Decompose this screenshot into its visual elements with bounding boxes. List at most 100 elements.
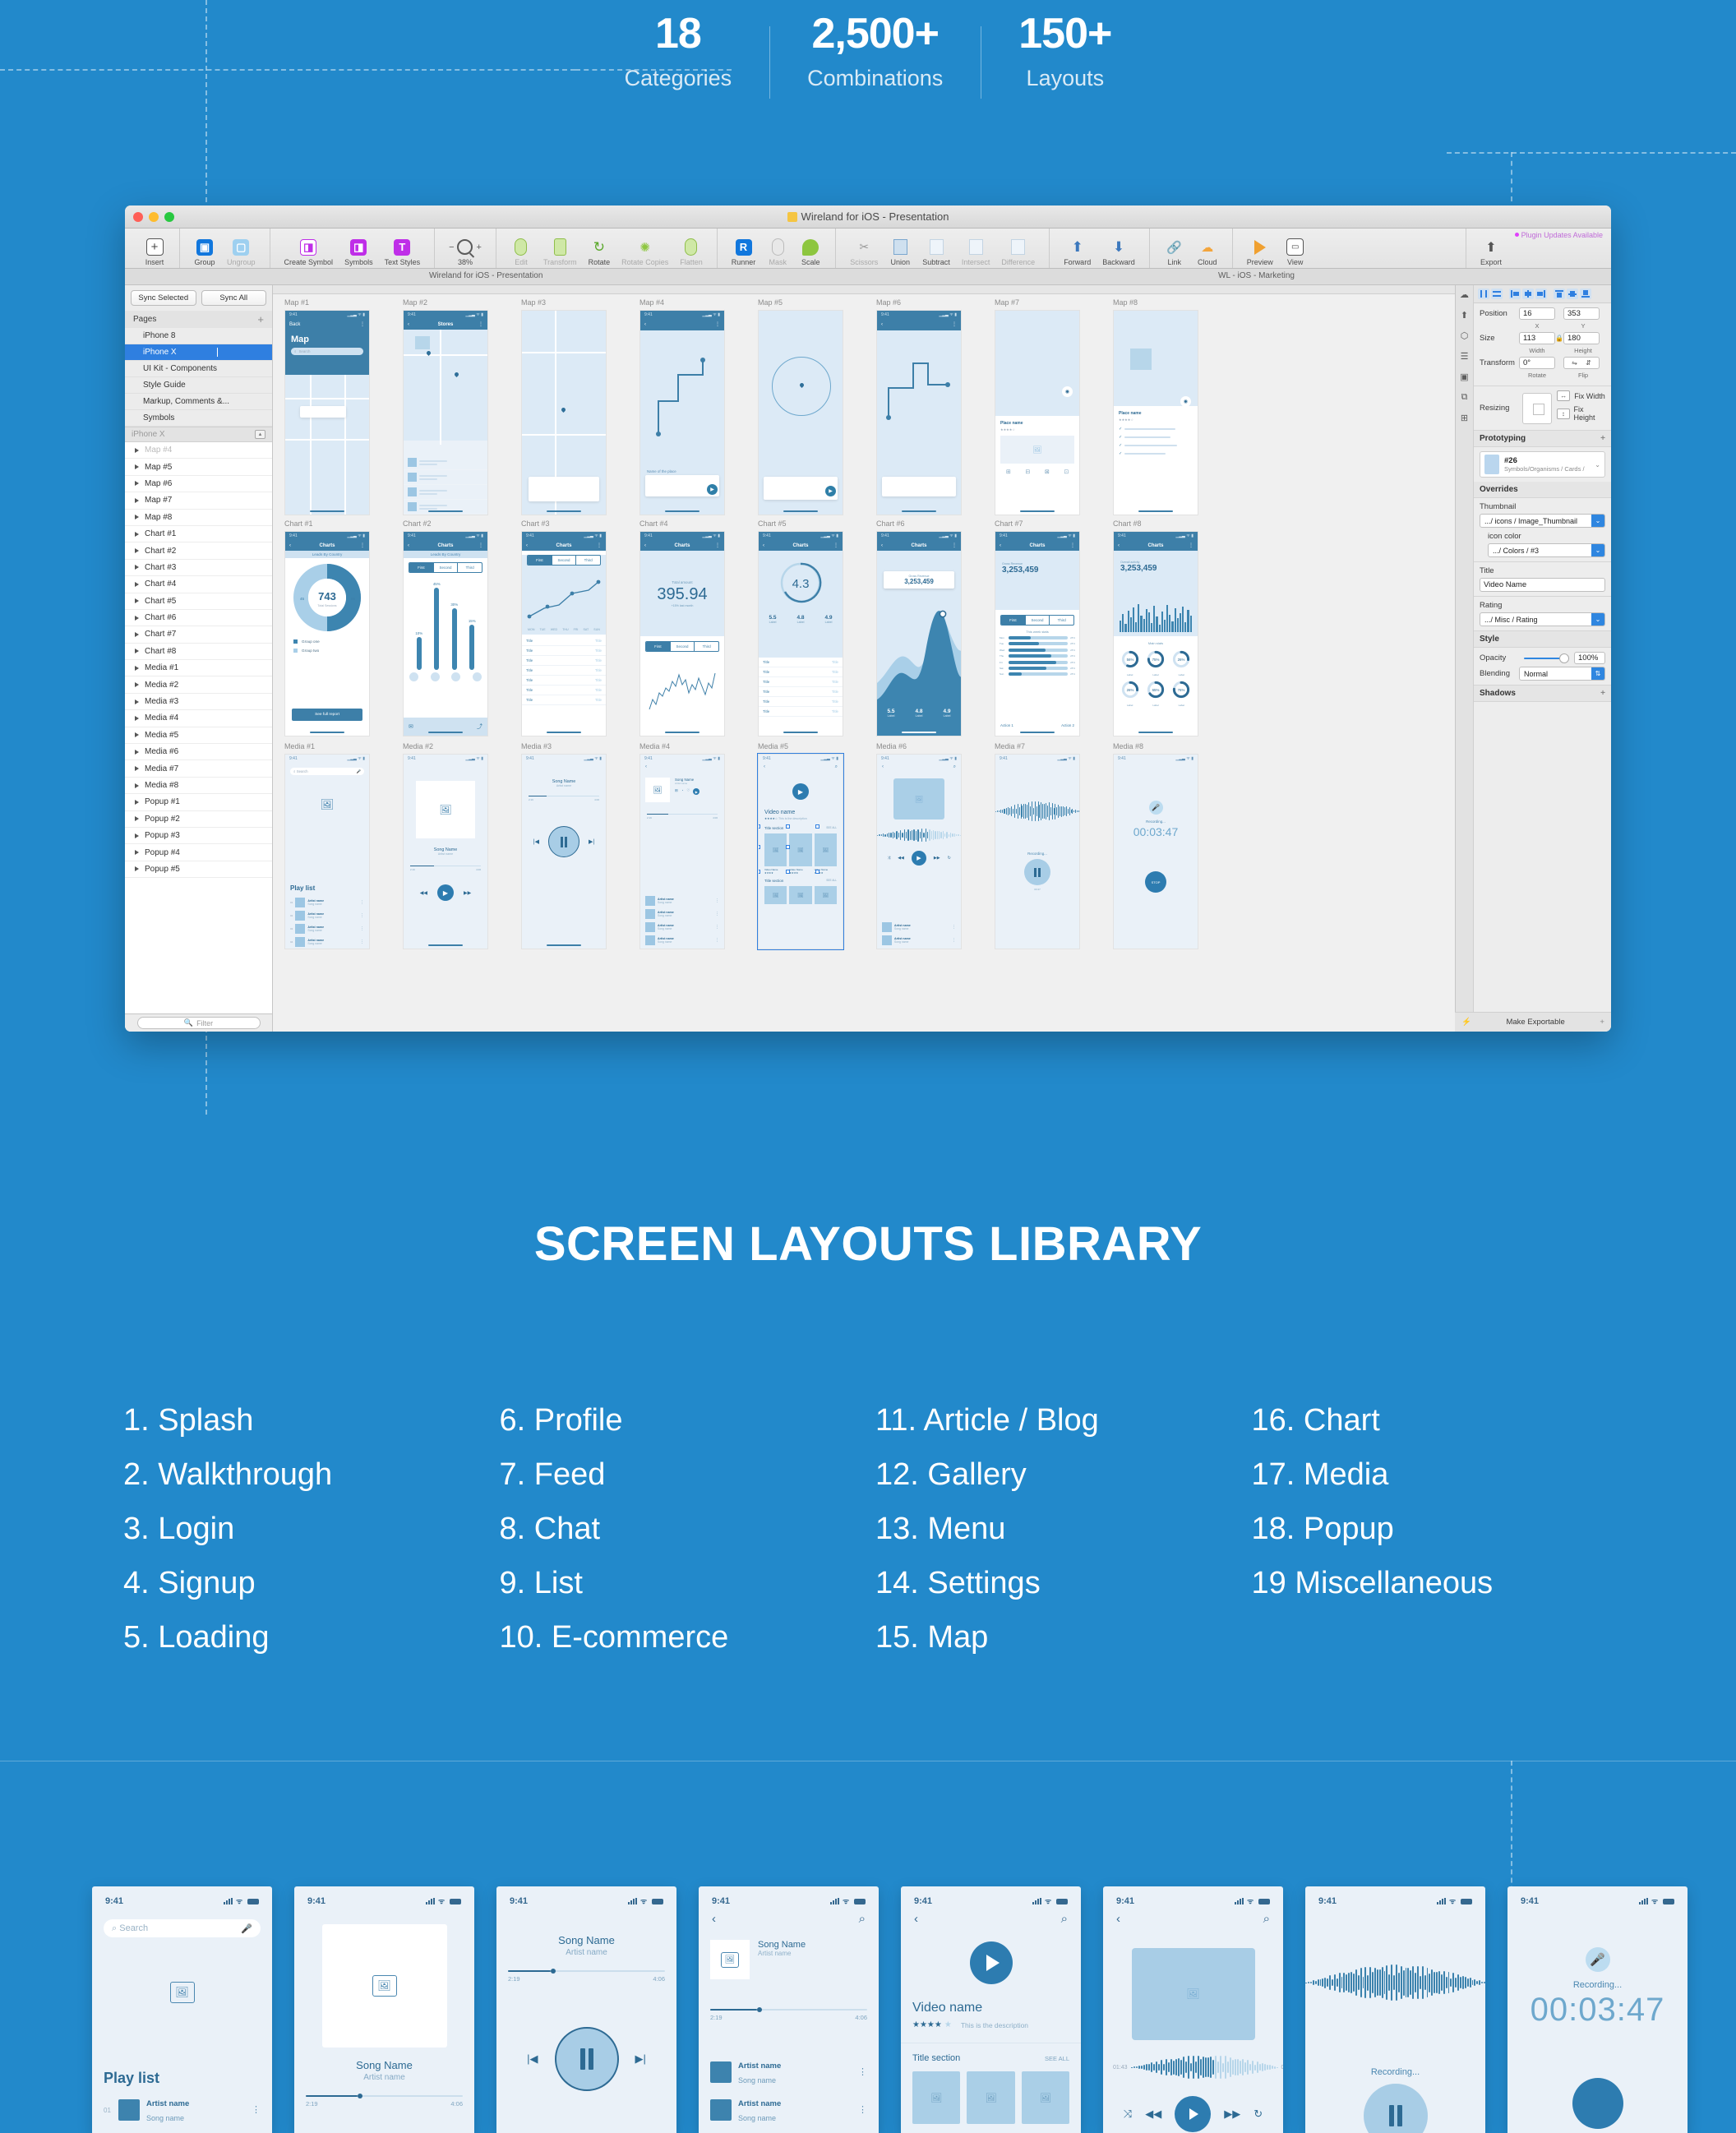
- back-button[interactable]: Back: [289, 322, 300, 327]
- artboard-chart-7[interactable]: Chart #7 9:41 ▁▂▃ ᯤ ▮ ‹ Charts ⋮ Gross Reve…: [995, 519, 1080, 736]
- layout-rail-icon[interactable]: ▣: [1459, 371, 1471, 382]
- info-icon[interactable]: ◔: [681, 788, 684, 795]
- cloud-sync-icon[interactable]: ☁: [1459, 289, 1471, 300]
- play-fab[interactable]: ▶: [707, 484, 718, 495]
- toolbar-zoom[interactable]: − + 38%: [443, 234, 487, 268]
- disclosure-triangle-icon[interactable]: [135, 631, 139, 637]
- add-shadow-icon[interactable]: +: [1600, 689, 1605, 698]
- disclosure-triangle-icon[interactable]: [135, 464, 139, 470]
- artboard-label[interactable]: Media #5: [758, 742, 843, 751]
- layer-row[interactable]: Map #5: [125, 459, 272, 476]
- shuffle-icon[interactable]: ⤨: [1124, 2108, 1132, 2121]
- table-row[interactable]: Title Title: [522, 666, 606, 676]
- artboard-label[interactable]: Media #7: [995, 742, 1080, 751]
- disclosure-triangle-icon[interactable]: [135, 749, 139, 755]
- layer-row[interactable]: Map #4: [125, 442, 272, 459]
- segmented-control[interactable]: First Second Third: [409, 562, 482, 573]
- list-item[interactable]: Artist name Song name ⋮: [710, 2095, 867, 2125]
- layer-row[interactable]: Media #6: [125, 744, 272, 761]
- resizing-anchor-control[interactable]: [1521, 392, 1553, 424]
- artboard-media-5[interactable]: Media #5 9:41 ▁▂▃ ᯤ ▮ ‹ ⌕ ▶ Video name ★★★…: [757, 742, 844, 950]
- repeat-icon[interactable]: ↻: [1254, 2108, 1263, 2121]
- disclosure-triangle-icon[interactable]: [135, 548, 139, 554]
- make-exportable-label[interactable]: Make Exportable: [1506, 1018, 1564, 1027]
- tab-first[interactable]: First: [409, 563, 433, 572]
- list-item[interactable]: [404, 455, 487, 470]
- prev-icon[interactable]: ◀◀: [898, 856, 904, 861]
- distribute-horizontal-icon[interactable]: [1478, 289, 1489, 299]
- layer-row[interactable]: Media #3: [125, 694, 272, 711]
- artboard-map-1[interactable]: Map #1 9:41 ▁▂▃ ᯤ ▮ Back ⋮ Map ⌕ Search: [284, 298, 370, 515]
- layer-row[interactable]: Chart #7: [125, 626, 272, 644]
- toolbar-backward[interactable]: ⬇ Backward: [1097, 234, 1141, 268]
- page-item-uikit[interactable]: UI Kit - Components: [125, 361, 272, 377]
- disclosure-triangle-icon[interactable]: [135, 565, 139, 570]
- list-item[interactable]: [404, 500, 487, 515]
- layer-row[interactable]: Chart #1: [125, 526, 272, 543]
- table-row[interactable]: Title Title: [522, 656, 606, 666]
- table-row[interactable]: Title Title: [759, 697, 843, 707]
- tab-third[interactable]: Third: [457, 563, 482, 572]
- page-item-symbols[interactable]: Symbols: [125, 410, 272, 427]
- rating-select[interactable]: .../ Misc / Rating ⌄: [1480, 612, 1605, 626]
- play-button[interactable]: ▶: [792, 783, 809, 800]
- disclosure-triangle-icon[interactable]: [135, 481, 139, 487]
- video-thumb[interactable]: 🖼: [912, 2071, 961, 2124]
- disclosure-triangle-icon[interactable]: [135, 866, 139, 872]
- artboard-media-1[interactable]: Media #1 9:41 ▁▂▃ ᯤ ▮ ⌕ Search 🎤 🖼 Play li…: [284, 742, 370, 949]
- tab-second[interactable]: Second: [432, 563, 458, 572]
- artboard-map-5[interactable]: Map #5 9:41▁▂▃ ᯤ ▮ ▶: [758, 298, 843, 515]
- artboard-map-3[interactable]: Map #3 9:41▁▂▃ ᯤ ▮ ⌕ Search🎤: [521, 298, 607, 515]
- blending-select[interactable]: Normal ⇅: [1519, 667, 1605, 681]
- progress-bar[interactable]: 2:19 4:06: [529, 796, 599, 801]
- action-icon[interactable]: ⊟: [1025, 469, 1030, 475]
- artboard-chart-2[interactable]: Chart #2 9:41 ▁▂▃ ᯤ ▮ ‹ Charts ⋮ Leads By C…: [403, 519, 488, 736]
- action-1-button[interactable]: Action 1: [1000, 723, 1013, 727]
- page-item-styleguide[interactable]: Style Guide: [125, 377, 272, 394]
- map-canvas[interactable]: [404, 330, 487, 445]
- progress-bar[interactable]: 2:19 4:06: [647, 814, 718, 819]
- opacity-input[interactable]: 100%: [1574, 652, 1605, 664]
- more-icon[interactable]: ⋮: [252, 2105, 261, 2114]
- next-icon[interactable]: ▶|: [589, 838, 594, 845]
- stop-button[interactable]: [1572, 2078, 1623, 2129]
- share-icon[interactable]: ⤴: [477, 723, 482, 731]
- toolbar-runner[interactable]: R Runner: [726, 234, 762, 268]
- artboard-media-4[interactable]: Media #4 9:41 ▁▂▃ ᯤ ▮ ‹ 🖼 Song Name Artist…: [639, 742, 725, 949]
- list-item[interactable]: Artist name Song name ⋮: [645, 907, 719, 921]
- toolbar-ungroup[interactable]: ▢ Ungroup: [221, 234, 261, 268]
- flip-horizontal-icon[interactable]: ⇋: [1572, 359, 1577, 367]
- toolbar-view[interactable]: ▭ View: [1279, 234, 1312, 268]
- progress-bar[interactable]: 2:19 4:06: [710, 2007, 867, 2021]
- layer-row[interactable]: Chart #3: [125, 560, 272, 577]
- video-thumb[interactable]: 🖼: [1021, 2071, 1069, 2124]
- list-item[interactable]: 01 Artist name Song name ⋮: [104, 2095, 261, 2125]
- waveform[interactable]: [995, 801, 1079, 822]
- search-icon[interactable]: ⌕: [1263, 1912, 1270, 1926]
- filter-input[interactable]: 🔍 Filter: [136, 1017, 261, 1029]
- table-row[interactable]: Title Title: [522, 695, 606, 705]
- chevron-down-icon[interactable]: ⌄: [1595, 461, 1600, 469]
- opacity-slider[interactable]: [1524, 653, 1569, 663]
- list-item[interactable]: Artist name Song name ⋮: [882, 934, 956, 947]
- align-middle-icon[interactable]: [1567, 289, 1578, 299]
- toolbar-export[interactable]: ⬆ Export: [1475, 234, 1507, 268]
- layer-row[interactable]: Map #6: [125, 476, 272, 493]
- layer-row[interactable]: Chart #6: [125, 610, 272, 627]
- disclosure-triangle-icon[interactable]: [135, 766, 139, 772]
- layer-row[interactable]: Media #4: [125, 710, 272, 727]
- artboard-label[interactable]: Media #1: [284, 742, 370, 751]
- next-icon[interactable]: ▶|: [635, 2052, 646, 2066]
- prev-icon[interactable]: |◀: [527, 2052, 538, 2066]
- artboard-map-6[interactable]: Map #6 9:41 ▁▂▃ ᯤ ▮ ‹ ⋮: [876, 298, 962, 515]
- table-row[interactable]: Title Title: [759, 667, 843, 677]
- artboard-label[interactable]: Map #7: [995, 298, 1080, 307]
- video-thumb[interactable]: 🖼: [814, 833, 837, 866]
- list-item[interactable]: Artist name Song name ⋮: [882, 921, 956, 934]
- artboard-label[interactable]: Map #3: [521, 298, 607, 307]
- more-icon[interactable]: ⋮: [360, 321, 365, 327]
- disclosure-triangle-icon[interactable]: [135, 598, 139, 604]
- video-thumb[interactable]: 🖼: [814, 886, 837, 904]
- disclosure-triangle-icon[interactable]: [135, 581, 139, 587]
- action-icon[interactable]: ⊠: [1045, 469, 1050, 475]
